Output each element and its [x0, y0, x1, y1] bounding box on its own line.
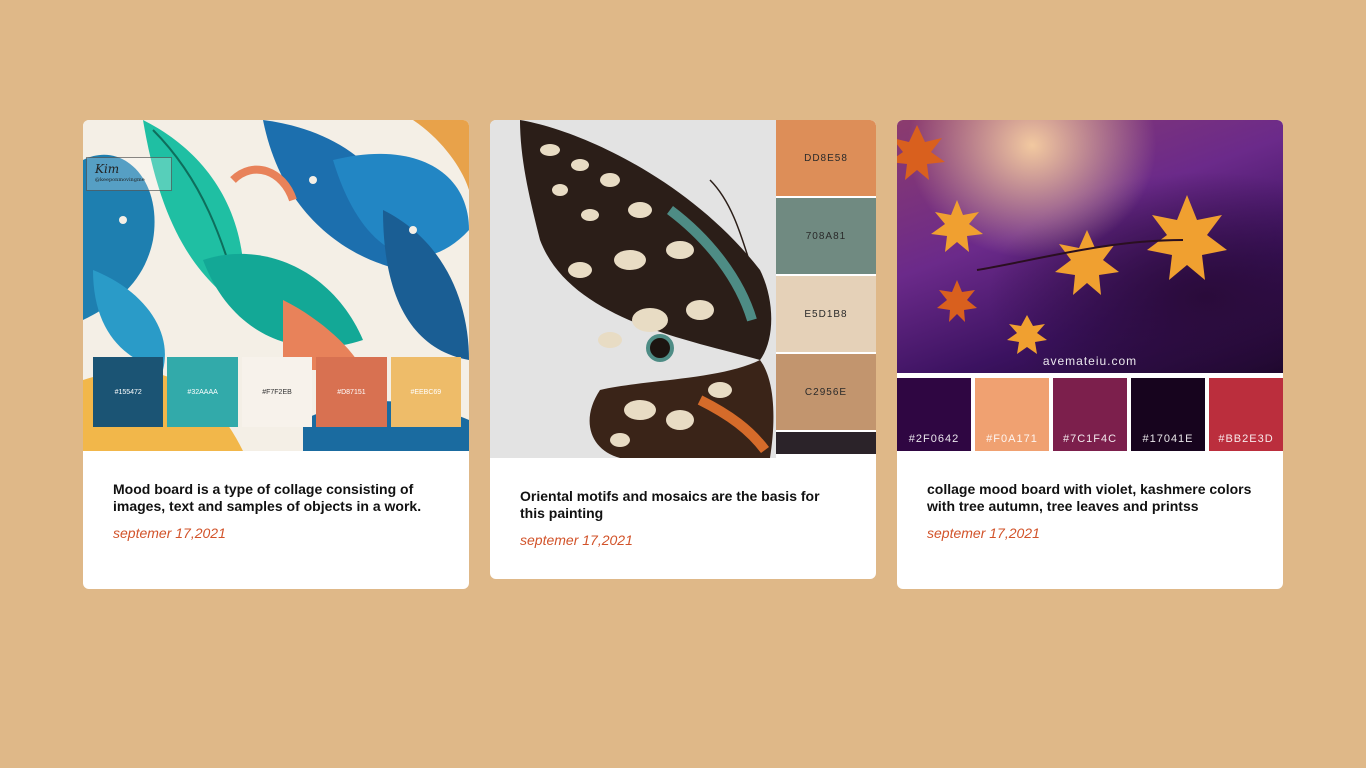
- autumn-photo: [897, 120, 1283, 373]
- card-date: septemer 17,2021: [113, 525, 226, 541]
- card-title[interactable]: Mood board is a type of collage consisti…: [113, 481, 439, 515]
- swatch: E5D1B8: [776, 276, 876, 352]
- card-body: Mood board is a type of collage consisti…: [83, 451, 469, 541]
- swatch: #155472: [93, 357, 164, 427]
- swatch: #F7F2EB: [241, 357, 313, 427]
- card-title[interactable]: Oriental motifs and mosaics are the basi…: [520, 488, 846, 522]
- color-palette: #2F0642 #F0A171 #7C1F4C #17041E #BB2E3D: [897, 378, 1283, 451]
- swatch: #F0A171: [975, 378, 1049, 451]
- swatch: [776, 432, 876, 454]
- mood-board-card-2[interactable]: DD8E58 708A81 E5D1B8 C2956E Oriental mot…: [490, 120, 876, 579]
- swatch: #32AAAA: [167, 357, 238, 427]
- mood-board-card-1[interactable]: Kim @keeponmovingme #155472 #32AAAA #F7F…: [83, 120, 469, 589]
- signature-logo: Kim @keeponmovingme: [86, 157, 172, 191]
- mood-board-card-3[interactable]: avemateiu.com #2F0642 #F0A171 #7C1F4C #1…: [897, 120, 1283, 589]
- swatch: #D87151: [316, 357, 387, 427]
- swatch: #EEBC69: [390, 357, 462, 427]
- autumn-leaves-image: avemateiu.com #2F0642 #F0A171 #7C1F4C #1…: [897, 120, 1283, 451]
- card-body: Oriental motifs and mosaics are the basi…: [490, 458, 876, 548]
- card-title[interactable]: collage mood board with violet, kashmere…: [927, 481, 1253, 515]
- swatch: #BB2E3D: [1209, 378, 1283, 451]
- maple-leaves-illustration: [897, 125, 1227, 354]
- card-body: collage mood board with violet, kashmere…: [897, 451, 1283, 541]
- butterfly-image: DD8E58 708A81 E5D1B8 C2956E: [490, 120, 876, 458]
- butterfly-wing-illustration: [490, 120, 776, 458]
- watermark-text: avemateiu.com: [1042, 354, 1138, 368]
- color-palette: DD8E58 708A81 E5D1B8 C2956E: [776, 120, 876, 458]
- card-date: septemer 17,2021: [927, 525, 1040, 541]
- tropical-leaves-image: Kim @keeponmovingme #155472 #32AAAA #F7F…: [83, 120, 469, 451]
- swatch: DD8E58: [776, 120, 876, 196]
- swatch: 708A81: [776, 198, 876, 274]
- color-palette: #155472 #32AAAA #F7F2EB #D87151 #EEBC69: [93, 357, 462, 427]
- swatch: #7C1F4C: [1053, 378, 1127, 451]
- swatch: #17041E: [1131, 378, 1205, 451]
- card-date: septemer 17,2021: [520, 532, 633, 548]
- swatch: C2956E: [776, 354, 876, 430]
- swatch: #2F0642: [897, 378, 971, 451]
